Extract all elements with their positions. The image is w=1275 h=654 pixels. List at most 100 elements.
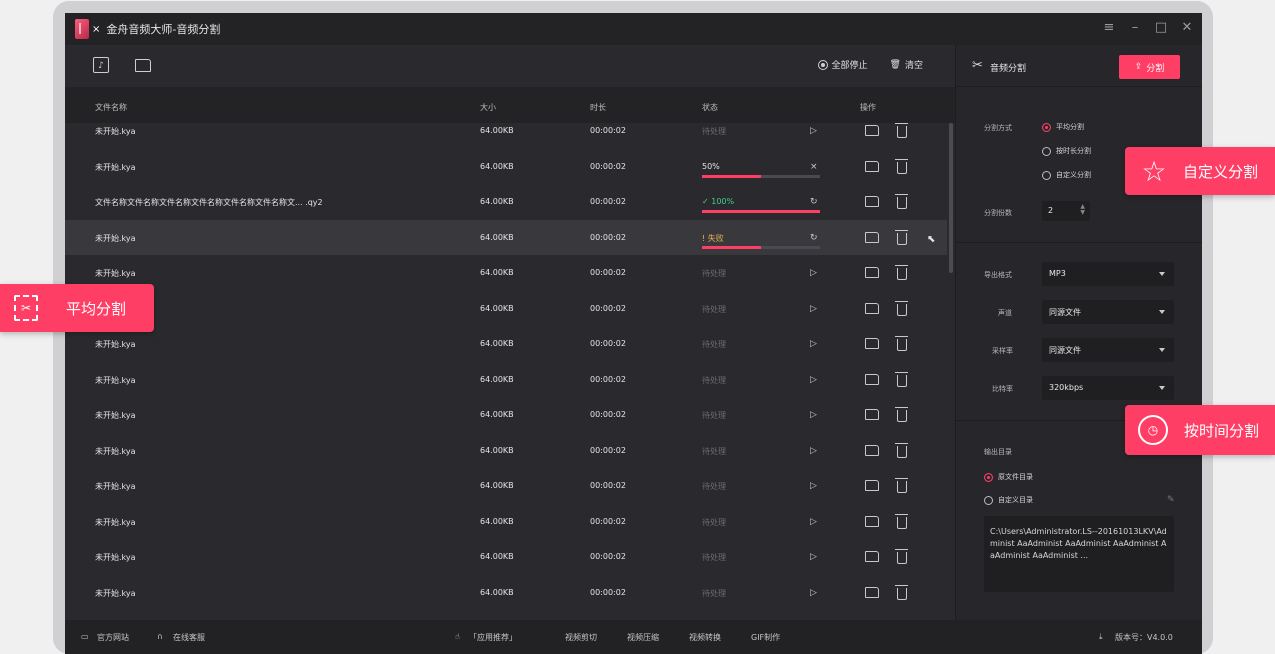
app-window: × 金舟音频大师-音频分割 ≡ – □ ✕ ♪ 全部停止 🗑 清空 文件名称 大… (65, 13, 1202, 654)
folder-icon[interactable] (865, 267, 879, 278)
delete-icon[interactable] (895, 478, 908, 493)
app-link-video-convert[interactable]: 视频转换 (689, 632, 721, 643)
row-action-icon[interactable]: × (810, 162, 818, 172)
edit-icon[interactable]: ✎ (1167, 495, 1175, 505)
row-action-icon[interactable]: ▷ (810, 410, 817, 420)
folder-icon[interactable] (865, 231, 879, 243)
delete-icon[interactable] (895, 584, 908, 600)
folder-icon[interactable] (865, 302, 879, 314)
row-action-icon[interactable]: ▷ (810, 126, 817, 136)
app-link-gif[interactable]: GIF制作 (751, 632, 780, 643)
row-action-icon[interactable]: ▷ (810, 446, 817, 456)
progress-bar (702, 245, 820, 249)
table-row[interactable]: 未开始.kya64.00KB00:00:02待处理▷ (65, 468, 947, 503)
stop-all-button[interactable]: 全部停止 (817, 58, 868, 71)
folder-icon[interactable] (865, 338, 879, 349)
row-action-icon[interactable]: ▷ (810, 517, 817, 527)
delete-icon[interactable] (895, 123, 908, 138)
service-link[interactable]: 在线客服 (173, 632, 205, 643)
file-size: 64.00KB (480, 374, 514, 384)
delete-icon[interactable] (895, 229, 908, 245)
folder-icon[interactable] (865, 409, 879, 420)
split-count-stepper[interactable]: 2 ▲ ▼ (1042, 201, 1090, 221)
folder-icon[interactable] (865, 444, 879, 456)
add-file-icon[interactable]: ♪ (93, 57, 109, 73)
row-action-icon[interactable]: ▷ (810, 304, 817, 314)
channel-select[interactable]: 同源文件 (1042, 300, 1174, 324)
file-name: 文件名称文件名称文件名称文件名称文件名称文件名称文... .qy2 (95, 198, 323, 207)
table-row[interactable]: 未开始.kya64.00KB00:00:02待处理▷ (65, 504, 947, 539)
output-label: 输出目录 (984, 448, 1012, 456)
folder-icon[interactable] (865, 515, 879, 527)
output-source-label: 原文件目录 (998, 473, 1033, 481)
row-action-icon[interactable]: ▷ (810, 268, 817, 278)
menu-icon[interactable]: ≡ (1102, 21, 1116, 35)
bitrate-select[interactable]: 320kbps (1042, 376, 1174, 400)
file-status: ! 失败 (702, 233, 724, 243)
table-row[interactable]: 未开始.kya64.00KB00:00:02待处理▷ (65, 397, 947, 432)
table-row[interactable]: 未开始.kya64.00KB00:00:02待处理▷ (65, 539, 947, 574)
table-row[interactable]: 未开始.kya64.00KB00:00:02待处理▷ (65, 433, 947, 468)
row-action-icon[interactable]: ↻ (810, 233, 818, 243)
folder-icon[interactable] (865, 551, 879, 562)
delete-icon[interactable] (895, 513, 908, 529)
file-name: 未开始.kya (95, 233, 136, 243)
panel-header: ✂ 音频分割 ⇪ 分割 (956, 45, 1202, 87)
table-row[interactable]: 未开始.kya64.00KB00:00:02待处理▷ (65, 575, 947, 610)
row-action-icon[interactable]: ↻ (810, 197, 818, 207)
folder-icon[interactable] (865, 125, 879, 136)
table-row[interactable]: 文件名称文件名称文件名称文件名称文件名称文件名称文... .qy2 64.00KB… (65, 184, 947, 219)
split-button[interactable]: ⇪ 分割 (1119, 55, 1180, 79)
clear-button[interactable]: 🗑 清空 (890, 58, 923, 72)
format-select[interactable]: MP3 (1042, 262, 1174, 286)
delete-icon[interactable] (895, 265, 908, 280)
close-tab-icon[interactable]: × (92, 24, 100, 35)
row-action-icon[interactable]: ▷ (810, 375, 817, 385)
folder-icon[interactable] (865, 480, 879, 491)
folder-icon[interactable] (865, 373, 879, 385)
table-row[interactable]: 未开始.kya64.00KB00:00:02待处理▷ (65, 291, 947, 326)
folder-icon[interactable] (865, 196, 879, 207)
table-row[interactable]: 未开始.kya64.00KB00:00:02待处理▷ (65, 123, 947, 148)
delete-icon[interactable] (895, 407, 908, 422)
app-link-video-compress[interactable]: 视频压缩 (627, 632, 659, 643)
samplerate-select[interactable]: 同源文件 (1042, 338, 1174, 362)
row-action-icon[interactable]: ▷ (810, 481, 817, 491)
delete-icon[interactable] (895, 442, 908, 458)
mode-average-radio[interactable]: 平均分割 (1042, 122, 1084, 132)
delete-icon[interactable] (895, 336, 908, 351)
delete-icon[interactable] (895, 194, 908, 209)
website-link[interactable]: 官方网站 (97, 632, 129, 643)
mode-duration-radio[interactable]: 按时长分割 (1042, 146, 1091, 156)
app-link-video-cut[interactable]: 视频剪切 (565, 632, 597, 643)
folder-icon[interactable] (865, 160, 879, 172)
output-source-radio[interactable]: 原文件目录 (984, 472, 1033, 482)
file-duration: 00:00:02 (590, 516, 626, 526)
table-row[interactable]: 未开始.kya 64.00KB 00:00:02 50% × (65, 149, 947, 184)
table-row[interactable]: 未开始.kya64.00KB00:00:02待处理▷ (65, 326, 947, 361)
row-action-icon[interactable]: ▷ (810, 588, 817, 598)
row-action-icon[interactable]: ▷ (810, 339, 817, 349)
add-folder-icon[interactable] (135, 59, 151, 72)
radio-icon (1042, 170, 1051, 180)
maximize-icon[interactable]: □ (1154, 21, 1168, 35)
table-row[interactable]: 未开始.kya 64.00KB 00:00:02 ! 失败 ↻ ⬉ (65, 219, 947, 255)
table-row[interactable]: 未开始.kya64.00KB00:00:02待处理▷ (65, 255, 947, 290)
delete-icon[interactable] (895, 549, 908, 564)
delete-icon[interactable] (895, 158, 908, 174)
scrollbar[interactable] (949, 123, 953, 273)
mode-custom-radio[interactable]: 自定义分割 (1042, 170, 1091, 180)
close-icon[interactable]: ✕ (1180, 21, 1194, 35)
delete-icon[interactable] (895, 300, 908, 316)
table-row[interactable]: 未开始.kya64.00KB00:00:02待处理▷ (65, 362, 947, 397)
delete-icon[interactable] (895, 371, 908, 387)
output-path: C:\Users\Administrator.LS--20161013LKV\A… (984, 516, 1174, 592)
stepper-arrows-icon[interactable]: ▲ ▼ (1080, 204, 1085, 216)
scissors-icon: ✂ (972, 58, 983, 73)
file-size: 64.00KB (480, 232, 514, 242)
minimize-icon[interactable]: – (1128, 21, 1142, 35)
row-action-icon[interactable]: ▷ (810, 552, 817, 562)
output-custom-radio[interactable]: 自定义目录 (984, 495, 1033, 505)
folder-icon[interactable] (865, 586, 879, 598)
divider (956, 242, 1202, 243)
